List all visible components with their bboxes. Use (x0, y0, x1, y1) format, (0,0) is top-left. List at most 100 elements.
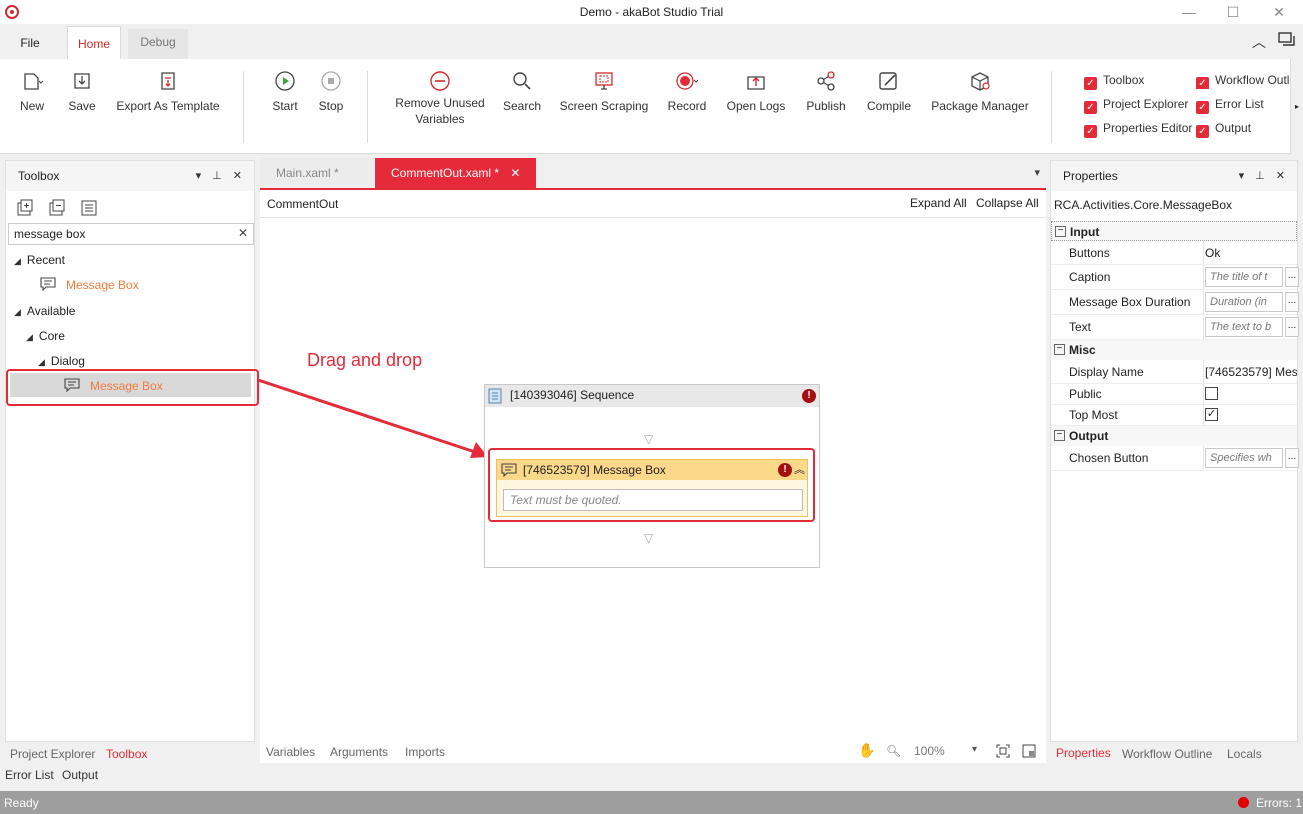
tab-locals[interactable]: Locals (1227, 744, 1262, 764)
zoom-dropdown-icon[interactable]: ▾ (972, 744, 977, 755)
prop-display-name[interactable]: Display Name [746523579] Mes (1051, 360, 1297, 384)
prop-buttons[interactable]: Buttons Ok (1051, 241, 1297, 265)
text-input[interactable]: The text to b (1205, 317, 1283, 337)
stop-button[interactable]: Stop (314, 69, 348, 113)
remove-unused-label-2: Variables (415, 112, 465, 126)
expand-all-icon[interactable] (16, 199, 34, 217)
tree-available[interactable]: ◢ Available (14, 304, 75, 318)
tab-file[interactable]: File (8, 26, 52, 60)
designer-bottom-bar: Variables Arguments Imports ✋ 🔍︎ 100% ▾ (260, 741, 1046, 763)
tab-variables[interactable]: Variables (266, 742, 315, 762)
tab-arguments[interactable]: Arguments (330, 742, 388, 762)
output-checkbox[interactable]: ✓ Output (1196, 119, 1251, 138)
open-logs-button[interactable]: Open Logs (724, 69, 788, 113)
tab-output[interactable]: Output (62, 765, 98, 785)
prop-chosen-button[interactable]: Chosen Button Specifies wh... (1051, 446, 1299, 471)
tab-error-list[interactable]: Error List (5, 765, 54, 785)
error-icon: ! (802, 389, 816, 403)
open-logs-icon (747, 76, 765, 90)
pan-hand-icon[interactable]: ✋ (858, 742, 875, 759)
prop-caption[interactable]: Caption The title of t... (1051, 265, 1299, 290)
expand-all-link[interactable]: Expand All (910, 196, 967, 210)
checkbox-checked-icon: ✓ (1084, 101, 1097, 114)
collapse-category-icon[interactable]: − (1054, 344, 1065, 355)
tab-home[interactable]: Home (67, 26, 121, 60)
prop-public[interactable]: Public (1051, 384, 1297, 408)
remove-unused-variables-button[interactable]: Remove Unused Variables (388, 69, 492, 127)
open-logs-label: Open Logs (726, 99, 786, 113)
breadcrumb[interactable]: CommentOut (267, 197, 338, 211)
duration-input[interactable]: Duration (in (1205, 292, 1283, 312)
top-most-checkbox[interactable]: ✓ (1205, 408, 1218, 421)
zoom-search-icon[interactable]: 🔍︎ (886, 744, 901, 758)
panel-controls[interactable]: ▾ ⊥ ✕ (196, 161, 246, 191)
feedback-icon[interactable] (1278, 32, 1296, 48)
public-checkbox[interactable] (1205, 387, 1218, 400)
start-button[interactable]: Start (268, 69, 302, 113)
status-ready: Ready (4, 796, 39, 810)
zoom-level[interactable]: 100% (914, 744, 945, 758)
prop-top-most[interactable]: Top Most ✓ (1051, 405, 1297, 429)
collapse-category-icon[interactable]: − (1054, 430, 1065, 441)
properties-editor-checkbox[interactable]: ✓ Properties Editor (1084, 119, 1192, 138)
tree-core[interactable]: ◢ Core (26, 329, 65, 343)
expanded-triangle-icon: ◢ (14, 307, 21, 317)
export-as-template-button[interactable]: Export As Template (112, 69, 224, 113)
clear-search-icon[interactable]: ✕ (238, 226, 248, 240)
tab-project-explorer[interactable]: Project Explorer (10, 744, 95, 764)
collapse-all-icon[interactable] (48, 199, 66, 217)
collapse-all-link[interactable]: Collapse All (976, 196, 1039, 210)
toolbox-checkbox[interactable]: ✓ Toolbox (1084, 71, 1144, 90)
package-manager-button[interactable]: Package Manager (928, 69, 1032, 113)
status-errors[interactable]: Errors: 1 (1256, 796, 1302, 810)
caption-input[interactable]: The title of t (1205, 267, 1283, 287)
tab-toolbox[interactable]: Toolbox (106, 744, 147, 764)
tree-dialog[interactable]: ◢ Dialog (38, 354, 85, 368)
chosen-button-input[interactable]: Specifies wh (1205, 448, 1283, 468)
tab-workflow-outline[interactable]: Workflow Outline (1122, 744, 1212, 764)
toolbox-search-input[interactable]: message box ✕ (8, 223, 254, 245)
category-input[interactable]: − Input (1051, 221, 1297, 241)
status-bar: Ready Errors: 1 (0, 791, 1303, 814)
properties-title: Properties (1063, 169, 1118, 183)
new-button[interactable]: New (14, 69, 50, 113)
project-explorer-checkbox[interactable]: ✓ Project Explorer (1084, 95, 1188, 114)
minimize-button[interactable]: — (1167, 2, 1211, 22)
chosen-ellipsis-button[interactable]: ... (1285, 448, 1299, 468)
fit-screen-icon[interactable] (996, 744, 1010, 758)
duration-ellipsis-button[interactable]: ... (1285, 292, 1299, 312)
tab-imports[interactable]: Imports (405, 742, 445, 762)
compile-button[interactable]: Compile (864, 69, 914, 113)
screen-scraping-button[interactable]: Screen Scraping (558, 69, 650, 113)
record-button[interactable]: Record (664, 69, 710, 113)
close-tab-icon[interactable]: ✕ (510, 166, 520, 180)
tab-overflow-icon[interactable]: ▾ (1034, 166, 1040, 179)
remove-unused-label-1: Remove Unused (395, 96, 485, 110)
maximize-button[interactable]: ☐ (1211, 2, 1255, 22)
prop-text[interactable]: Text The text to b... (1051, 315, 1299, 340)
error-list-checkbox[interactable]: ✓ Error List (1196, 95, 1264, 114)
close-window-button[interactable]: ✕ (1257, 2, 1301, 22)
workflow-outline-checkbox[interactable]: ✓ Workflow Outl (1196, 71, 1292, 89)
tab-main-xaml[interactable]: Main.xaml * (260, 158, 374, 188)
ribbon-separator (367, 71, 368, 143)
save-button[interactable]: Save (64, 69, 100, 113)
list-view-icon[interactable] (80, 199, 98, 217)
tab-debug[interactable]: Debug (128, 29, 188, 59)
collapse-category-icon[interactable]: − (1055, 226, 1066, 237)
overview-map-icon[interactable] (1022, 744, 1036, 758)
category-output[interactable]: − Output (1051, 426, 1297, 446)
tab-commentout-xaml[interactable]: CommentOut.xaml * ✕ (375, 158, 536, 188)
collapse-ribbon-icon[interactable]: ︿ (1252, 32, 1266, 52)
tree-recent[interactable]: ◢ Recent (14, 253, 65, 267)
ribbon-scroll-right-icon[interactable]: ▸ (1290, 59, 1303, 154)
caption-ellipsis-button[interactable]: ... (1285, 267, 1299, 287)
search-button[interactable]: Search (500, 69, 544, 113)
prop-message-box-duration[interactable]: Message Box Duration Duration (in... (1051, 290, 1299, 315)
category-misc[interactable]: − Misc (1051, 340, 1297, 360)
panel-controls[interactable]: ▾ ⊥ ✕ (1239, 161, 1289, 191)
publish-button[interactable]: Publish (802, 69, 850, 113)
tab-properties[interactable]: Properties (1056, 743, 1111, 763)
text-ellipsis-button[interactable]: ... (1285, 317, 1299, 337)
tree-recent-message-box[interactable]: Message Box (40, 277, 139, 292)
